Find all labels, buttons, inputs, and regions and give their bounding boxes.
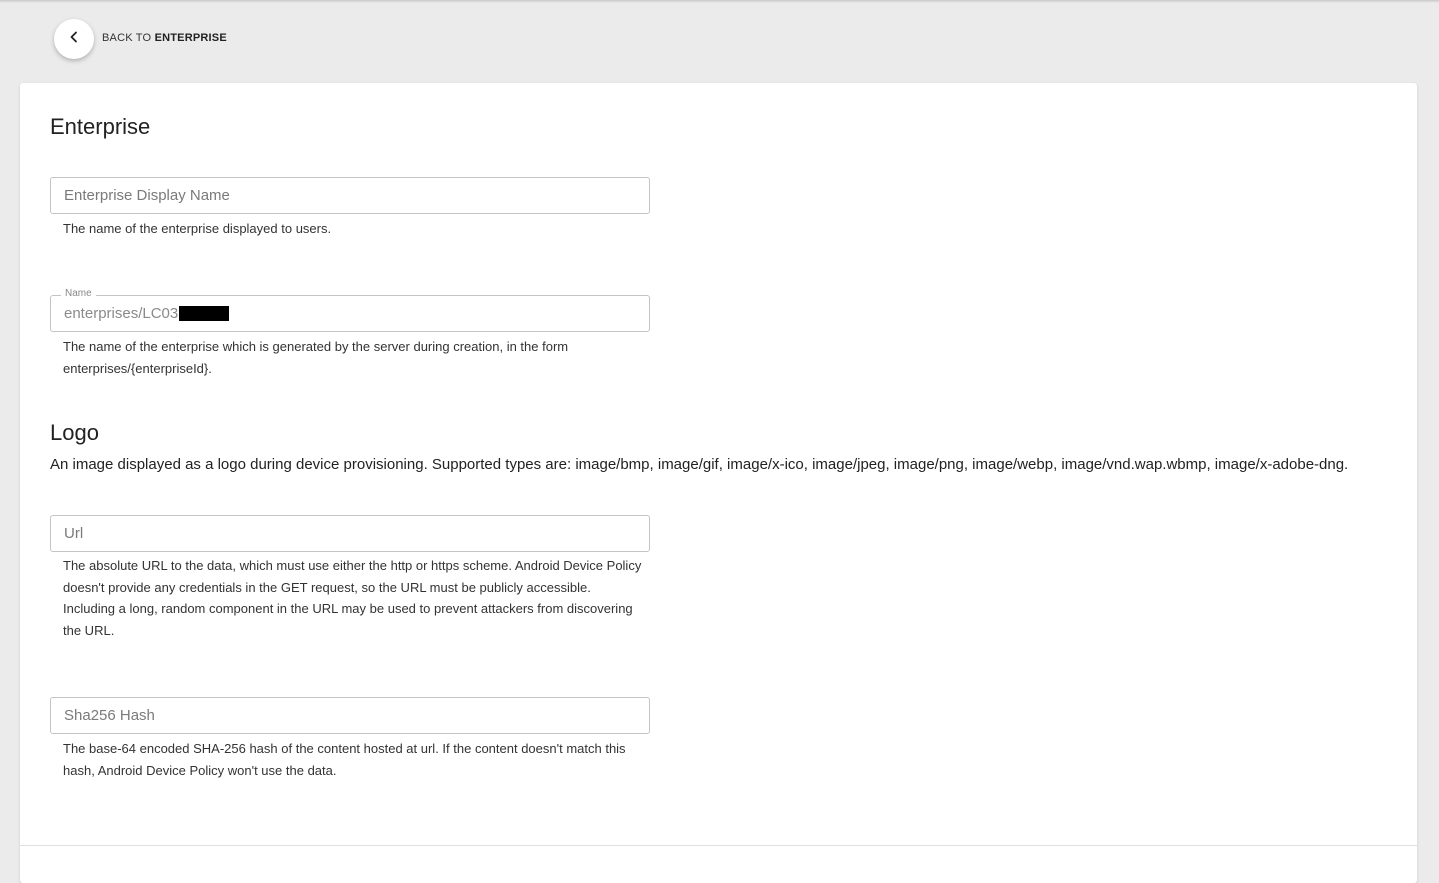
display-name-field[interactable] (50, 177, 650, 214)
sha256-helper: The base-64 encoded SHA-256 hash of the … (63, 741, 626, 778)
display-name-helper: The name of the enterprise displayed to … (63, 221, 332, 236)
sha256-input[interactable] (51, 698, 624, 733)
enterprise-form-card: Enterprise The name of the enterprise di… (20, 83, 1417, 883)
url-input[interactable] (51, 516, 624, 551)
enterprise-heading: Enterprise (50, 114, 151, 139)
display-name-input[interactable] (51, 178, 624, 213)
name-value: enterprises/LC03 (64, 305, 179, 322)
back-link[interactable]: BACK TO ENTERPRISE (102, 32, 227, 44)
name-label: Name (61, 288, 96, 299)
url-field[interactable] (50, 515, 650, 552)
top-shadow (0, 0, 1439, 3)
back-prefix: BACK TO (102, 32, 152, 44)
logo-heading: Logo (50, 420, 99, 445)
name-value-wrap: enterprises/LC03 (64, 305, 230, 322)
name-helper: The name of the enterprise which is gene… (63, 339, 569, 376)
back-button[interactable] (54, 19, 94, 59)
card-divider (20, 845, 1417, 846)
redaction-bar (179, 306, 230, 321)
logo-description: An image displayed as a logo during devi… (50, 456, 1349, 473)
chevron-left-icon (69, 30, 79, 48)
sha256-field[interactable] (50, 697, 650, 734)
name-field: Name enterprises/LC03 (50, 288, 650, 332)
back-target: ENTERPRISE (154, 32, 227, 44)
url-helper: The absolute URL to the data, which must… (63, 558, 642, 638)
